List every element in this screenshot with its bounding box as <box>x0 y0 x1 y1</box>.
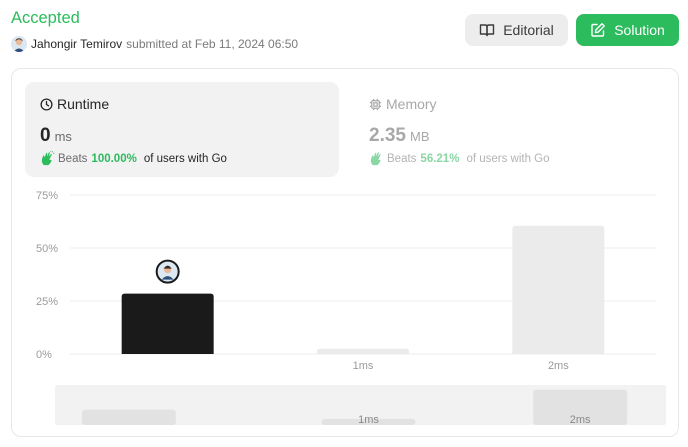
solution-button[interactable]: Solution <box>576 14 679 46</box>
your-submission-avatar <box>155 259 180 284</box>
solution-label: Solution <box>614 22 665 38</box>
y-tick-label: 75% <box>36 190 58 202</box>
submitted-at: submitted at Feb 11, 2024 06:50 <box>126 37 299 51</box>
x-tick-label: 1ms <box>353 360 374 369</box>
book-icon <box>480 24 495 37</box>
chart-range-navigator[interactable]: 1ms 2ms <box>55 385 666 425</box>
result-card: Runtime 0 ms Beats 100.00% of users with … <box>11 68 679 437</box>
minimap-tick-label: 1ms <box>358 414 379 425</box>
submission-status: Accepted <box>11 9 80 27</box>
chart-bar[interactable] <box>121 293 214 354</box>
author-name[interactable]: Jahongir Temirov <box>31 37 122 51</box>
minimap-bar <box>81 409 176 425</box>
edit-icon <box>591 23 606 37</box>
minimap-chart: 1ms 2ms <box>81 389 628 425</box>
runtime-distribution-chart: 75% 50% 25% 0% 1ms 2ms <box>36 190 656 369</box>
editorial-label: Editorial <box>503 22 554 38</box>
minimap-tick-label: 2ms <box>570 414 591 425</box>
submission-info: Jahongir Temirov submitted at Feb 11, 20… <box>11 35 298 53</box>
chart-bar[interactable] <box>512 225 605 354</box>
y-tick-label: 0% <box>36 349 52 361</box>
y-tick-label: 50% <box>36 243 58 255</box>
chart-bar[interactable] <box>317 348 409 354</box>
editorial-button[interactable]: Editorial <box>465 14 568 46</box>
user-avatar[interactable] <box>11 36 27 52</box>
x-tick-label: 2ms <box>548 360 569 369</box>
y-tick-label: 25% <box>36 296 58 308</box>
